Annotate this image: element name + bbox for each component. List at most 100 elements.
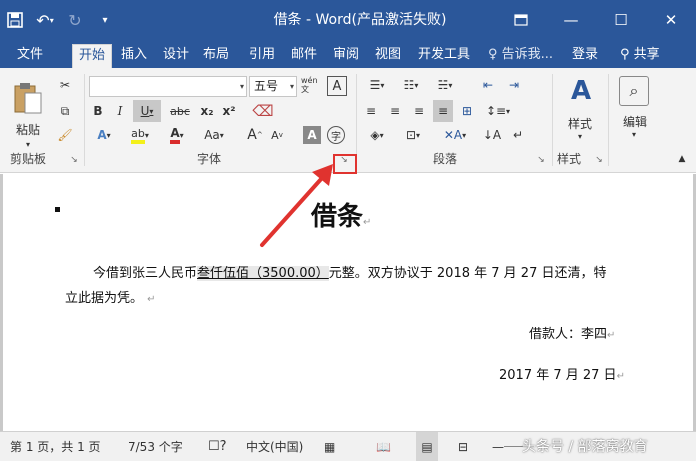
ribbon-display-icon[interactable] bbox=[496, 0, 546, 40]
line-spacing-icon[interactable]: ↕≡ ▾ bbox=[483, 100, 513, 122]
styles-gallery-icon[interactable]: A bbox=[561, 74, 601, 108]
bullets-icon[interactable]: ☰ ▾ bbox=[361, 74, 393, 96]
italic-button[interactable]: I bbox=[111, 100, 129, 122]
web-layout-icon[interactable]: ⊟ bbox=[458, 432, 468, 461]
copy-icon[interactable]: ⧉ bbox=[54, 100, 76, 122]
tab-layout[interactable]: 布局 bbox=[198, 44, 234, 68]
paste-button[interactable]: 粘贴 bbox=[8, 120, 48, 138]
chevron-down-icon: ▾ bbox=[289, 82, 294, 91]
styles-launcher-icon[interactable]: ↘ bbox=[593, 155, 605, 167]
clipboard-group: 粘贴 ▾ ✂ ⧉ 🖌 剪贴板 ↘ bbox=[0, 68, 84, 173]
person-icon: ⚲ bbox=[620, 47, 630, 62]
format-painter-icon[interactable]: 🖌 bbox=[54, 124, 76, 146]
doc-title[interactable]: 借条↵ bbox=[311, 196, 371, 233]
superscript-button[interactable]: x² bbox=[219, 100, 239, 122]
proofing-icon[interactable]: ☐? bbox=[208, 432, 227, 461]
tab-home[interactable]: 开始 bbox=[72, 44, 112, 68]
doc-date[interactable]: 2017 年 7 月 27 日↵ bbox=[499, 364, 625, 383]
minimize-icon[interactable]: — bbox=[546, 0, 596, 40]
phonetic-guide-icon[interactable]: wén 文 bbox=[301, 74, 325, 96]
change-case-button[interactable]: Aa ▾ bbox=[197, 124, 231, 146]
shrink-font-label: A bbox=[271, 128, 279, 142]
login-link[interactable]: 登录 bbox=[572, 44, 598, 66]
justify-icon[interactable]: ≡ bbox=[433, 100, 453, 122]
shading-icon[interactable]: ◈ ▾ bbox=[361, 124, 393, 146]
show-marks-icon[interactable]: ↵ bbox=[507, 124, 529, 146]
clipboard-label: 剪贴板 bbox=[10, 152, 47, 166]
sort-icon[interactable]: ↓A bbox=[481, 124, 503, 146]
document-page[interactable]: 借条↵ 今借到张三人民币叁仟伍佰（3500.00）元整。双方协议于 2018 年… bbox=[0, 174, 696, 431]
tab-references[interactable]: 引用 bbox=[244, 44, 280, 68]
tab-insert[interactable]: 插入 bbox=[116, 44, 152, 68]
maximize-icon[interactable]: ☐ bbox=[596, 0, 646, 40]
shrink-font-icon[interactable]: Av bbox=[267, 124, 287, 146]
collapse-ribbon-icon[interactable]: ▲ bbox=[675, 152, 689, 166]
save-icon[interactable] bbox=[0, 0, 30, 40]
borders-icon[interactable]: ⊡ ▾ bbox=[397, 124, 429, 146]
font-size-dropdown[interactable]: 五号 ▾ bbox=[249, 76, 297, 97]
decrease-indent-icon[interactable]: ⇤ bbox=[477, 74, 499, 96]
highlight-color-icon[interactable]: ab ▾ bbox=[123, 124, 157, 146]
doc-paragraph-line1[interactable]: 今借到张三人民币叁仟伍佰（3500.00）元整。双方协议于 2018 年 7 月… bbox=[93, 262, 606, 281]
grow-font-icon[interactable]: A ^ bbox=[245, 124, 265, 146]
read-mode-icon[interactable]: 📖 bbox=[376, 432, 391, 461]
font-size-value: 五号 bbox=[254, 79, 279, 93]
enclose-characters-icon[interactable]: 字 bbox=[327, 126, 345, 144]
paste-icon[interactable] bbox=[10, 74, 46, 122]
doc-paragraph-line2[interactable]: 立此据为凭。 ↵ bbox=[65, 287, 156, 306]
close-icon[interactable]: ✕ bbox=[646, 0, 696, 40]
doc-title-text: 借条 bbox=[311, 202, 364, 232]
para-text-before: 今借到张三人民币 bbox=[93, 266, 198, 281]
customize-qat-icon[interactable]: ▾ bbox=[90, 0, 120, 40]
tab-view[interactable]: 视图 bbox=[370, 44, 406, 68]
distributed-icon[interactable]: ⊞ bbox=[457, 100, 477, 122]
styles-dropdown-icon[interactable]: ▾ bbox=[573, 130, 587, 142]
watermark-text: 头条号 / 部落窝教育 bbox=[522, 439, 648, 455]
multilevel-list-icon[interactable]: ☵ ▾ bbox=[429, 74, 461, 96]
align-left-icon[interactable]: ≡ bbox=[361, 100, 381, 122]
tab-developer[interactable]: 开发工具 bbox=[412, 44, 476, 68]
print-layout-icon[interactable]: ▤ bbox=[416, 432, 438, 461]
paragraph-launcher-icon[interactable]: ↘ bbox=[535, 155, 547, 167]
find-magnifier-icon[interactable]: ⌕ bbox=[619, 76, 649, 106]
undo-icon[interactable]: ↶ ▾ bbox=[30, 0, 60, 40]
font-group-label: 字体 bbox=[197, 152, 222, 166]
strikethrough-button[interactable]: abc bbox=[165, 100, 195, 122]
para-amount: 叁仟伍佰（3500.00） bbox=[197, 266, 329, 281]
font-color-icon[interactable]: A ▾ bbox=[161, 124, 193, 146]
tell-me-label: 告诉我... bbox=[501, 47, 554, 62]
text-effects-icon[interactable]: A ▾ bbox=[89, 124, 119, 146]
underline-button[interactable]: U ▾ bbox=[133, 100, 161, 122]
word-count[interactable]: 7/53 个字 bbox=[128, 432, 183, 461]
paste-dropdown-icon[interactable]: ▾ bbox=[20, 138, 36, 150]
paragraph-mark-icon: ↵ bbox=[363, 217, 372, 228]
character-shading-icon[interactable]: A bbox=[303, 126, 321, 144]
language-indicator[interactable]: 中文(中国) bbox=[246, 432, 303, 461]
tab-design[interactable]: 设计 bbox=[158, 44, 194, 68]
tab-mailings[interactable]: 邮件 bbox=[286, 44, 322, 68]
editing-dropdown-icon[interactable]: ▾ bbox=[627, 128, 641, 140]
bold-button[interactable]: B bbox=[89, 100, 107, 122]
cut-icon[interactable]: ✂ bbox=[54, 74, 76, 96]
zoom-out-icon[interactable]: — bbox=[492, 432, 504, 461]
font-name-dropdown[interactable]: ▾ bbox=[89, 76, 247, 97]
subscript-button[interactable]: x₂ bbox=[197, 100, 217, 122]
align-right-icon[interactable]: ≡ bbox=[409, 100, 429, 122]
increase-indent-icon[interactable]: ⇥ bbox=[503, 74, 525, 96]
underline-label: U bbox=[140, 104, 150, 118]
page-count[interactable]: 第 1 页，共 1 页 bbox=[10, 432, 101, 461]
redo-icon[interactable]: ↻ bbox=[60, 0, 90, 40]
paragraph-mark-icon: ↵ bbox=[147, 294, 156, 305]
share-button[interactable]: ⚲ 共享 bbox=[620, 44, 660, 66]
numbering-icon[interactable]: ☷ ▾ bbox=[395, 74, 427, 96]
macro-record-icon[interactable]: ▦ bbox=[324, 432, 335, 461]
chinese-layout-icon[interactable]: ✕A ▾ bbox=[439, 124, 471, 146]
doc-borrower[interactable]: 借款人：李四↵ bbox=[529, 323, 615, 342]
clipboard-launcher-icon[interactable]: ↘ bbox=[68, 155, 80, 167]
tell-me-search[interactable]: ♀ 告诉我... bbox=[488, 44, 553, 66]
align-center-icon[interactable]: ≡ bbox=[385, 100, 405, 122]
tab-review[interactable]: 审阅 bbox=[328, 44, 364, 68]
character-border-icon[interactable]: A bbox=[327, 76, 347, 96]
clear-formatting-icon[interactable]: ⌫ bbox=[251, 100, 275, 122]
tab-file[interactable]: 文件 bbox=[8, 44, 52, 68]
